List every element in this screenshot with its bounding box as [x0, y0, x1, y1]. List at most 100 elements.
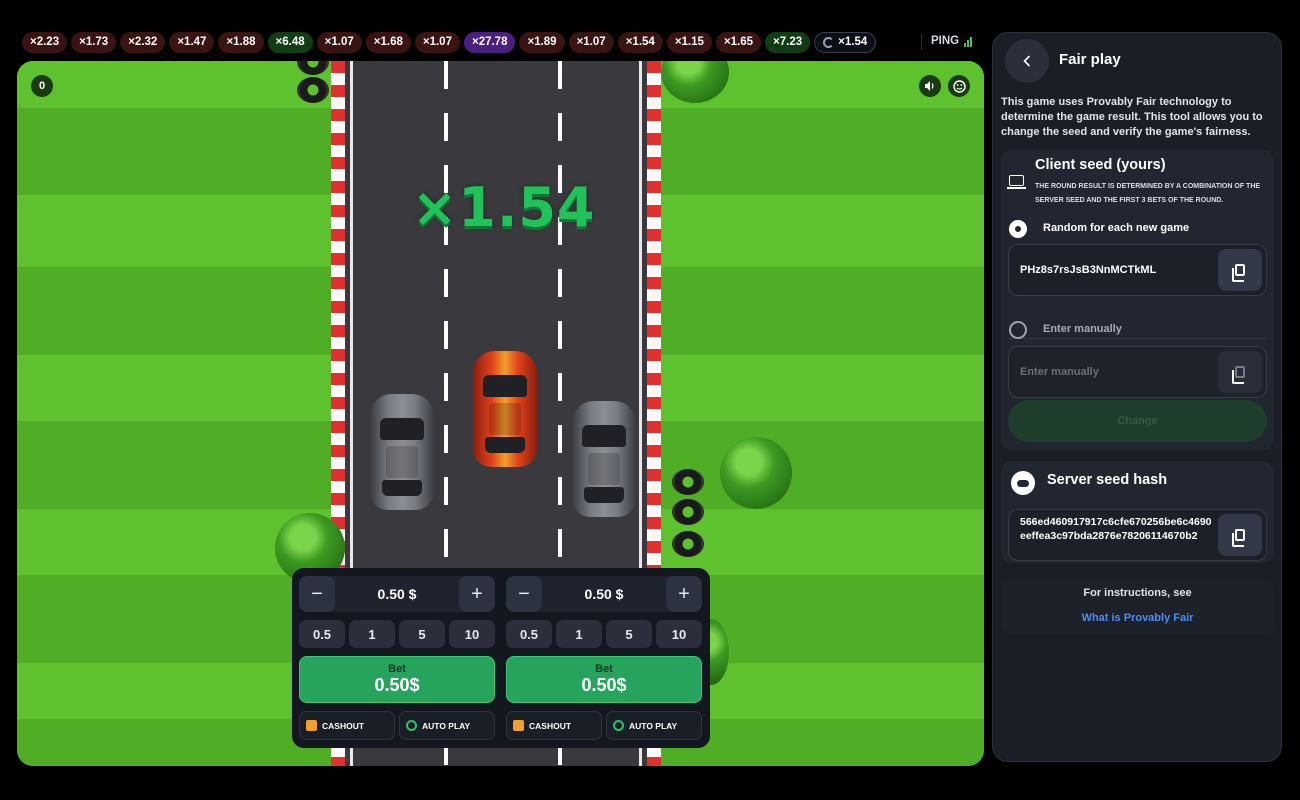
history-pill: ×2.23 — [22, 31, 68, 53]
copy-server-hash-button[interactable] — [1218, 514, 1262, 556]
emoji-button[interactable] — [948, 75, 970, 97]
fair-play-panel: Fair play This game uses Provably Fair t… — [992, 32, 1282, 762]
tire-icon — [672, 531, 704, 557]
provably-fair-link[interactable]: What is Provably Fair — [1001, 612, 1274, 624]
panel-title: Fair play — [1059, 51, 1121, 68]
back-button[interactable] — [1005, 39, 1049, 83]
multiplier-history: ×2.23 ×1.73 ×2.32 ×1.47 ×1.88 ×6.48 ×1.0… — [22, 31, 877, 53]
decrease-bet-button[interactable]: − — [506, 576, 542, 612]
history-pill: ×1.88 — [218, 31, 264, 53]
current-multiplier: ×1.54 — [412, 176, 596, 239]
copy-icon — [1232, 529, 1245, 547]
history-pill: ×1.07 — [316, 31, 362, 53]
history-pill: ×2.32 — [120, 31, 166, 53]
laptop-icon — [1007, 175, 1026, 189]
bet-button-value: 0.50$ — [581, 675, 627, 695]
chevron-left-icon — [1023, 55, 1030, 67]
opponent-car-right — [572, 401, 636, 517]
history-pill: ×1.65 — [715, 31, 762, 53]
history-pill: ×7.23 — [765, 31, 811, 53]
quick-amount-button[interactable]: 10 — [449, 620, 495, 648]
quick-amounts: 0.5 1 5 10 — [506, 620, 702, 648]
copy-manual-seed-button[interactable] — [1218, 351, 1262, 393]
instructions-card: For instructions, see What is Provably F… — [1001, 579, 1274, 635]
history-pill: ×27.78 — [463, 31, 516, 53]
random-seed-label: Random for each new game — [1043, 222, 1190, 234]
bet-button[interactable]: Bet 0.50$ — [506, 656, 702, 703]
quick-amount-button[interactable]: 1 — [556, 620, 602, 648]
cloud-icon — [1011, 471, 1035, 495]
instructions-text: For instructions, see — [1083, 587, 1192, 599]
copy-client-seed-button[interactable] — [1218, 249, 1262, 291]
cashout-icon — [306, 720, 317, 731]
tire-icon — [672, 499, 704, 525]
server-seed-card: Server seed hash 566ed460917917c6cfe6702… — [1001, 461, 1274, 563]
history-pill: ×1.07 — [568, 31, 614, 53]
bet-panel: − 0.50 $ + 0.5 1 5 10 Bet 0.50$ CASHOUT … — [292, 568, 710, 748]
manual-seed-placeholder: Enter manually — [1020, 366, 1099, 378]
autoplay-toggle[interactable]: AUTO PLAY — [606, 711, 702, 740]
bet-column: − 0.50 $ + 0.5 1 5 10 Bet 0.50$ CASHOUT … — [299, 576, 495, 740]
manual-seed-radio[interactable] — [1009, 321, 1027, 339]
history-pill: ×1.15 — [666, 31, 712, 53]
loading-spinner-icon — [823, 36, 835, 48]
cashout-toggle[interactable]: CASHOUT — [299, 711, 395, 740]
history-pill: ×1.68 — [365, 31, 411, 53]
quick-amounts: 0.5 1 5 10 — [299, 620, 495, 648]
autoplay-toggle[interactable]: AUTO PLAY — [399, 711, 495, 740]
client-seed-title: Client seed (yours) — [1035, 157, 1166, 173]
bet-amount-stepper: − 0.50 $ + — [299, 576, 495, 612]
bet-button-value: 0.50$ — [374, 675, 420, 695]
bet-amount-stepper: − 0.50 $ + — [506, 576, 702, 612]
bet-column: − 0.50 $ + 0.5 1 5 10 Bet 0.50$ CASHOUT … — [506, 576, 702, 740]
change-seed-button[interactable]: Change — [1008, 400, 1267, 442]
bet-button[interactable]: Bet 0.50$ — [299, 656, 495, 703]
quick-amount-button[interactable]: 1 — [349, 620, 395, 648]
bet-amount-input[interactable]: 0.50 $ — [335, 586, 459, 602]
server-seed-title: Server seed hash — [1047, 472, 1168, 488]
ping-label: PING — [931, 35, 960, 47]
bush-icon — [720, 437, 792, 509]
manual-seed-label: Enter manually — [1043, 323, 1122, 335]
divider — [921, 34, 922, 50]
ping-indicator: PING — [931, 35, 973, 47]
quick-amount-button[interactable]: 0.5 — [506, 620, 552, 648]
increase-bet-button[interactable]: + — [459, 576, 495, 612]
increase-bet-button[interactable]: + — [666, 576, 702, 612]
history-pill: ×1.73 — [71, 31, 117, 53]
quick-amount-button[interactable]: 5 — [399, 620, 445, 648]
bet-button-label: Bet — [388, 663, 406, 675]
cashout-label: CASHOUT — [529, 720, 572, 731]
client-seed-value: PHz8s7rsJsB3NnMCTkML — [1020, 264, 1157, 276]
current-round-label: ×1.54 — [838, 36, 868, 48]
random-seed-radio[interactable] — [1009, 220, 1027, 238]
cashout-toggle[interactable]: CASHOUT — [506, 711, 602, 740]
history-pill: ×6.48 — [267, 31, 313, 53]
client-seed-card: Client seed (yours) The round result is … — [1001, 150, 1274, 450]
history-pill: ×1.54 — [617, 31, 663, 53]
quick-amount-button[interactable]: 5 — [606, 620, 652, 648]
quick-amount-button[interactable]: 10 — [656, 620, 702, 648]
bet-amount-input[interactable]: 0.50 $ — [542, 586, 666, 602]
opponent-car-left — [370, 394, 434, 510]
client-seed-field: PHz8s7rsJsB3NnMCTkML — [1008, 244, 1267, 296]
autoplay-icon — [613, 720, 624, 731]
history-pill: ×1.07 — [414, 31, 460, 53]
round-counter-badge: 0 — [31, 75, 53, 97]
tire-icon — [297, 77, 329, 103]
copy-icon — [1232, 366, 1245, 384]
smiley-icon — [952, 79, 966, 93]
divider — [1008, 338, 1267, 339]
signal-bars-icon — [964, 37, 973, 47]
sound-toggle-button[interactable] — [919, 75, 941, 97]
server-seed-hash: 566ed460917917c6cfe670256be6c4690eeffea3… — [1020, 516, 1212, 542]
quick-amount-button[interactable]: 0.5 — [299, 620, 345, 648]
tire-icon — [672, 469, 704, 495]
decrease-bet-button[interactable]: − — [299, 576, 335, 612]
server-seed-field: 566ed460917917c6cfe670256be6c4690eeffea3… — [1008, 509, 1267, 561]
cashout-label: CASHOUT — [322, 720, 365, 731]
history-pill: ×1.89 — [519, 31, 565, 53]
player-car — [473, 351, 537, 467]
panel-description: This game uses Provably Fair technology … — [1001, 96, 1263, 138]
manual-seed-field[interactable]: Enter manually — [1008, 346, 1267, 398]
